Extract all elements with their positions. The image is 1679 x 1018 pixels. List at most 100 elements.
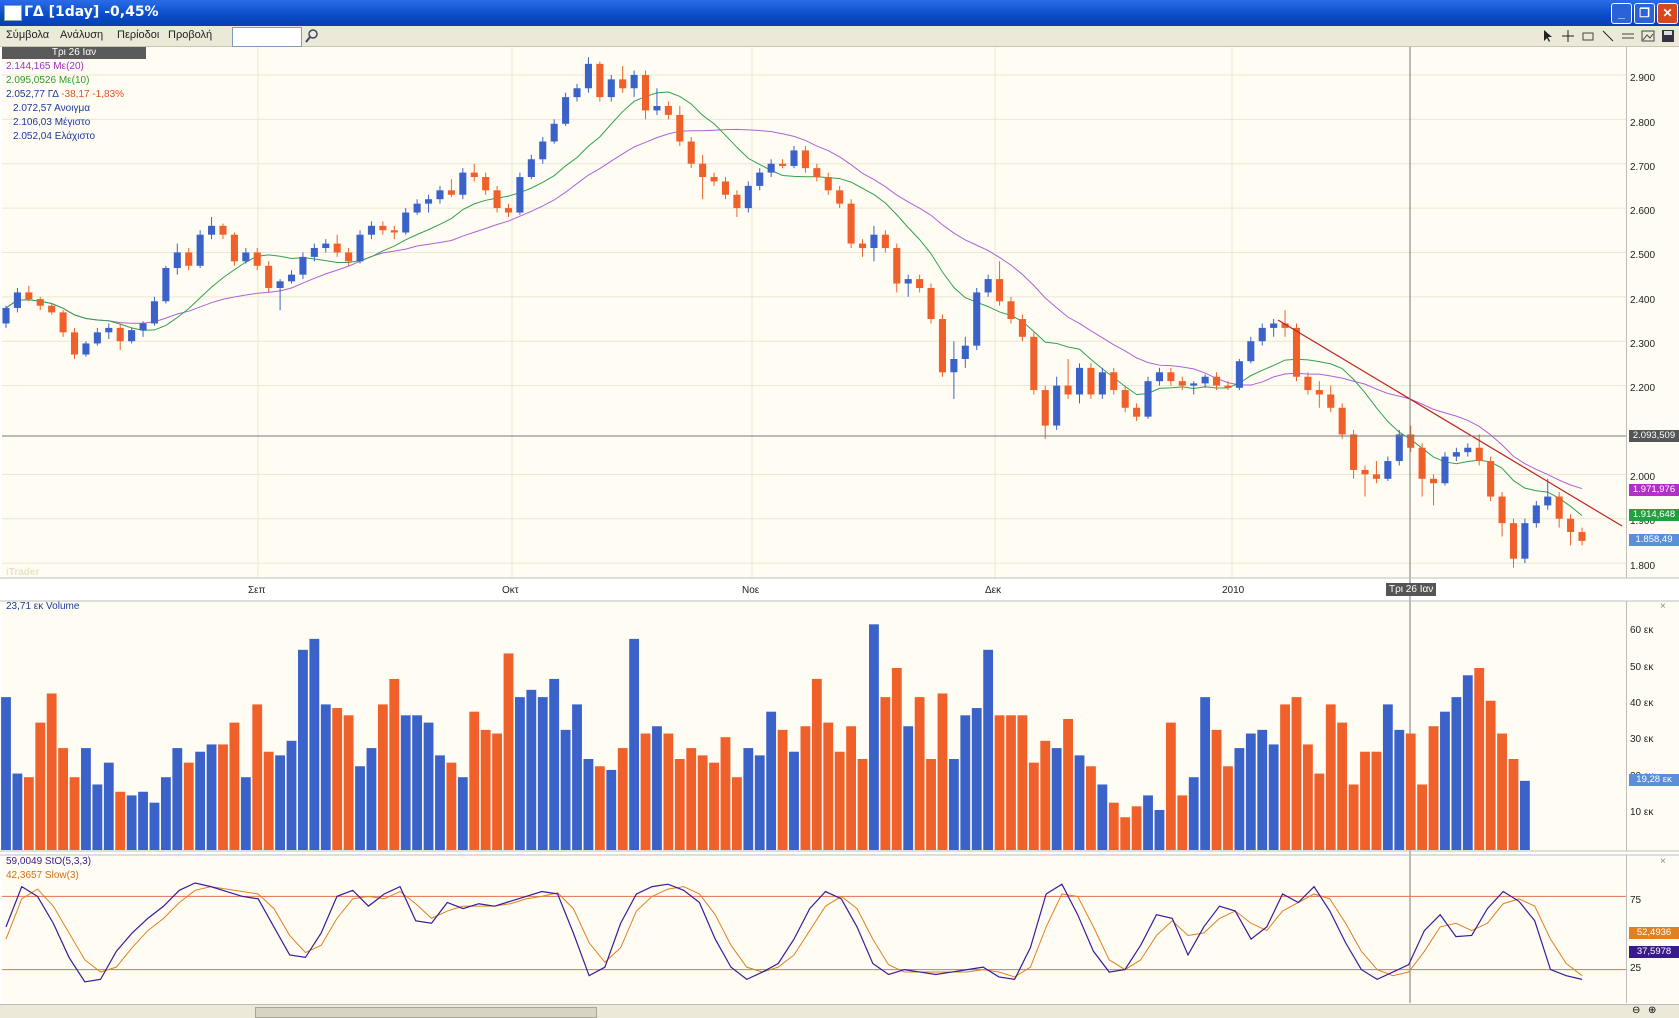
candle-body	[596, 63, 604, 98]
horizontal-scrollbar[interactable]: ⊖ ⊕	[0, 1004, 1679, 1018]
candle-body	[1292, 327, 1301, 377]
candle-body	[1087, 367, 1095, 395]
volume-bar	[252, 704, 263, 850]
candle-body	[105, 327, 113, 333]
candle-body	[1327, 394, 1335, 408]
volume-bar	[1234, 748, 1245, 850]
candle-body	[938, 319, 947, 373]
volume-bar	[183, 762, 194, 850]
volume-bar	[709, 762, 719, 850]
volume-bar	[606, 769, 617, 850]
close-stoch-panel-icon[interactable]: ×	[1660, 856, 1666, 867]
candle-body	[173, 252, 181, 268]
zoom-in-icon[interactable]: ⊕	[1648, 1005, 1656, 1016]
volume-bar	[366, 748, 377, 850]
volume-bar	[389, 678, 400, 850]
volume-bar	[195, 751, 206, 850]
volume-bar	[823, 722, 834, 850]
volume-bar	[1325, 704, 1336, 850]
candle-body	[345, 252, 353, 262]
zoom-out-icon[interactable]: ⊖	[1632, 1005, 1640, 1016]
candle-body	[253, 252, 261, 266]
candle-body	[367, 225, 375, 235]
volume-bar	[377, 704, 388, 850]
volume-bar	[1211, 729, 1222, 850]
legend-ma10-value: 2.095,0526	[6, 75, 57, 86]
volume-bar	[286, 740, 297, 850]
volume-bar	[652, 726, 662, 850]
candle-body	[984, 279, 992, 293]
volume-bar	[1028, 762, 1039, 850]
close-volume-panel-icon[interactable]: ×	[1660, 601, 1666, 612]
volume-bar	[309, 638, 320, 850]
chart-canvas[interactable]	[0, 0, 1679, 1017]
candle-body	[1429, 478, 1438, 484]
price-tick: 2.200	[1630, 383, 1656, 394]
candle-body	[527, 159, 535, 178]
candle-body	[904, 279, 912, 284]
volume-bar	[1165, 722, 1176, 850]
volume-bar	[789, 751, 799, 850]
candle-body	[539, 141, 547, 160]
legend-open-value: 2.072,57	[13, 103, 52, 114]
candle-body	[1372, 474, 1380, 479]
candle-body	[93, 332, 101, 344]
volume-bar	[834, 751, 845, 850]
volume-bar	[1, 697, 11, 850]
x-label-2010: 2010	[1222, 585, 1245, 596]
volume-bar	[1131, 806, 1142, 850]
volume-bar	[903, 726, 914, 850]
volume-bar	[446, 762, 457, 850]
price-tick: 2.400	[1630, 295, 1656, 306]
candle-body	[128, 330, 136, 342]
candle-body	[550, 123, 558, 142]
volume-bar	[1474, 668, 1485, 850]
volume-bar	[583, 759, 594, 850]
volume-bar	[492, 733, 502, 850]
candle-body	[1452, 452, 1460, 457]
volume-bar	[1108, 802, 1119, 850]
candle-body	[1167, 372, 1175, 382]
volume-bar	[81, 748, 91, 850]
volume-bar	[1371, 751, 1382, 850]
volume-bar	[126, 795, 137, 850]
candle-body	[425, 199, 433, 204]
trendline	[1277, 319, 1623, 527]
candle-body	[607, 79, 615, 98]
candle-body	[185, 252, 193, 266]
volume-bar	[320, 704, 331, 850]
candle-body	[13, 292, 21, 308]
volume-bar	[23, 777, 34, 850]
scrollbar-thumb[interactable]	[255, 1007, 597, 1018]
candle-body	[70, 332, 79, 355]
volume-bar	[811, 678, 822, 850]
volume-bar	[720, 737, 731, 850]
price-tick: 2.500	[1630, 250, 1656, 261]
volume-bar	[1519, 780, 1530, 850]
candle-body	[470, 172, 478, 178]
volume-bar	[926, 759, 936, 850]
legend-high-value: 2.106,03	[13, 117, 52, 128]
candle-body	[1224, 385, 1232, 388]
volume-tick: 50 εκ	[1630, 662, 1654, 673]
candle-body	[447, 190, 455, 195]
candle-body	[1567, 518, 1575, 533]
candle-body	[1338, 407, 1346, 435]
volume-bar	[869, 624, 879, 850]
volume-legend: 23,71 εκ Volume	[6, 601, 80, 612]
volume-bar	[355, 766, 365, 850]
candle-body	[1304, 376, 1312, 391]
candle-body	[870, 234, 878, 249]
volume-bar	[983, 649, 994, 850]
volume-bar	[560, 729, 571, 850]
volume-bar	[572, 704, 582, 850]
watermark: iTrader	[6, 567, 40, 578]
volume-bar	[275, 755, 285, 850]
legend-ma10-label: Με(10)	[58, 75, 90, 86]
candle-body	[1509, 523, 1518, 559]
volume-bar	[35, 722, 46, 850]
candle-body	[813, 168, 821, 178]
candle-body	[322, 243, 330, 249]
volume-bar	[777, 729, 788, 850]
volume-bar	[914, 697, 925, 850]
